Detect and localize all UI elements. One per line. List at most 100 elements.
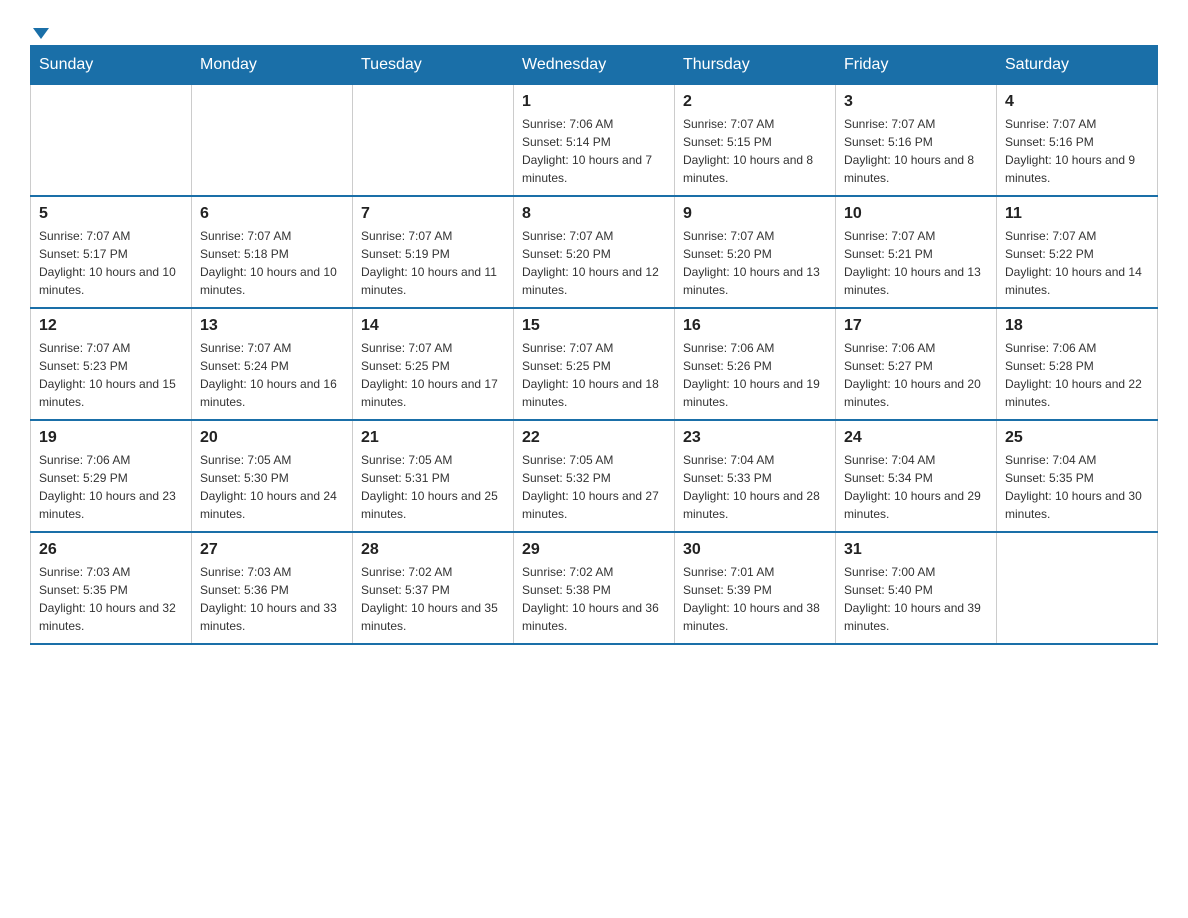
day-info: Sunrise: 7:07 AMSunset: 5:19 PMDaylight:… (361, 227, 505, 299)
calendar-cell: 19 Sunrise: 7:06 AMSunset: 5:29 PMDayligh… (31, 420, 192, 532)
calendar-week-4: 19 Sunrise: 7:06 AMSunset: 5:29 PMDayligh… (31, 420, 1158, 532)
day-number: 25 (1005, 429, 1149, 447)
day-info: Sunrise: 7:07 AMSunset: 5:22 PMDaylight:… (1005, 227, 1149, 299)
day-info: Sunrise: 7:03 AMSunset: 5:35 PMDaylight:… (39, 563, 183, 635)
day-info: Sunrise: 7:07 AMSunset: 5:16 PMDaylight:… (1005, 115, 1149, 187)
day-info: Sunrise: 7:05 AMSunset: 5:30 PMDaylight:… (200, 451, 344, 523)
day-number: 9 (683, 205, 827, 223)
day-number: 13 (200, 317, 344, 335)
day-info: Sunrise: 7:07 AMSunset: 5:24 PMDaylight:… (200, 339, 344, 411)
day-info: Sunrise: 7:05 AMSunset: 5:32 PMDaylight:… (522, 451, 666, 523)
calendar-cell: 17Sunrise: 7:06 AMSunset: 5:27 PMDayligh… (836, 308, 997, 420)
calendar-cell: 4 Sunrise: 7:07 AMSunset: 5:16 PMDaylight… (997, 85, 1158, 197)
calendar-cell (192, 85, 353, 197)
day-info: Sunrise: 7:03 AMSunset: 5:36 PMDaylight:… (200, 563, 344, 635)
calendar-cell: 26 Sunrise: 7:03 AMSunset: 5:35 PMDayligh… (31, 532, 192, 644)
calendar-header-saturday: Saturday (997, 46, 1158, 85)
day-info: Sunrise: 7:06 AMSunset: 5:14 PMDaylight:… (522, 115, 666, 187)
day-info: Sunrise: 7:07 AMSunset: 5:18 PMDaylight:… (200, 227, 344, 299)
calendar-cell: 10Sunrise: 7:07 AMSunset: 5:21 PMDayligh… (836, 196, 997, 308)
day-info: Sunrise: 7:02 AMSunset: 5:37 PMDaylight:… (361, 563, 505, 635)
day-info: Sunrise: 7:06 AMSunset: 5:29 PMDaylight:… (39, 451, 183, 523)
day-info: Sunrise: 7:01 AMSunset: 5:39 PMDaylight:… (683, 563, 827, 635)
day-number: 4 (1005, 93, 1149, 111)
day-number: 23 (683, 429, 827, 447)
day-number: 12 (39, 317, 183, 335)
day-number: 19 (39, 429, 183, 447)
day-number: 2 (683, 93, 827, 111)
calendar-cell: 1Sunrise: 7:06 AMSunset: 5:14 PMDaylight… (514, 85, 675, 197)
day-info: Sunrise: 7:04 AMSunset: 5:33 PMDaylight:… (683, 451, 827, 523)
calendar-cell: 21Sunrise: 7:05 AMSunset: 5:31 PMDayligh… (353, 420, 514, 532)
logo (30, 20, 49, 35)
day-info: Sunrise: 7:07 AMSunset: 5:15 PMDaylight:… (683, 115, 827, 187)
calendar-cell: 18Sunrise: 7:06 AMSunset: 5:28 PMDayligh… (997, 308, 1158, 420)
day-number: 5 (39, 205, 183, 223)
calendar-table: SundayMondayTuesdayWednesdayThursdayFrid… (30, 45, 1158, 645)
calendar-cell: 27 Sunrise: 7:03 AMSunset: 5:36 PMDayligh… (192, 532, 353, 644)
day-number: 18 (1005, 317, 1149, 335)
day-info: Sunrise: 7:06 AMSunset: 5:26 PMDaylight:… (683, 339, 827, 411)
day-number: 11 (1005, 205, 1149, 223)
calendar-cell (31, 85, 192, 197)
day-number: 15 (522, 317, 666, 335)
day-number: 10 (844, 205, 988, 223)
day-number: 26 (39, 541, 183, 559)
calendar-cell: 31 Sunrise: 7:00 AMSunset: 5:40 PMDayligh… (836, 532, 997, 644)
calendar-header-sunday: Sunday (31, 46, 192, 85)
calendar-week-1: 1Sunrise: 7:06 AMSunset: 5:14 PMDaylight… (31, 85, 1158, 197)
calendar-cell: 8 Sunrise: 7:07 AMSunset: 5:20 PMDaylight… (514, 196, 675, 308)
day-number: 22 (522, 429, 666, 447)
calendar-cell: 28 Sunrise: 7:02 AMSunset: 5:37 PMDayligh… (353, 532, 514, 644)
day-info: Sunrise: 7:07 AMSunset: 5:20 PMDaylight:… (522, 227, 666, 299)
calendar-cell: 29Sunrise: 7:02 AMSunset: 5:38 PMDayligh… (514, 532, 675, 644)
day-number: 27 (200, 541, 344, 559)
day-info: Sunrise: 7:04 AMSunset: 5:35 PMDaylight:… (1005, 451, 1149, 523)
day-number: 31 (844, 541, 988, 559)
calendar-cell: 30 Sunrise: 7:01 AMSunset: 5:39 PMDayligh… (675, 532, 836, 644)
calendar-header-tuesday: Tuesday (353, 46, 514, 85)
calendar-header-wednesday: Wednesday (514, 46, 675, 85)
calendar-week-5: 26 Sunrise: 7:03 AMSunset: 5:35 PMDayligh… (31, 532, 1158, 644)
calendar-cell: 24 Sunrise: 7:04 AMSunset: 5:34 PMDayligh… (836, 420, 997, 532)
calendar-cell: 9 Sunrise: 7:07 AMSunset: 5:20 PMDaylight… (675, 196, 836, 308)
day-number: 20 (200, 429, 344, 447)
day-number: 21 (361, 429, 505, 447)
day-number: 28 (361, 541, 505, 559)
calendar-cell: 15 Sunrise: 7:07 AMSunset: 5:25 PMDayligh… (514, 308, 675, 420)
page-header (30, 20, 1158, 35)
calendar-cell: 16Sunrise: 7:06 AMSunset: 5:26 PMDayligh… (675, 308, 836, 420)
day-number: 24 (844, 429, 988, 447)
calendar-header-friday: Friday (836, 46, 997, 85)
calendar-cell: 22 Sunrise: 7:05 AMSunset: 5:32 PMDayligh… (514, 420, 675, 532)
day-number: 6 (200, 205, 344, 223)
day-info: Sunrise: 7:07 AMSunset: 5:23 PMDaylight:… (39, 339, 183, 411)
day-number: 14 (361, 317, 505, 335)
calendar-week-2: 5 Sunrise: 7:07 AMSunset: 5:17 PMDaylight… (31, 196, 1158, 308)
calendar-cell: 20 Sunrise: 7:05 AMSunset: 5:30 PMDayligh… (192, 420, 353, 532)
calendar-cell: 11 Sunrise: 7:07 AMSunset: 5:22 PMDayligh… (997, 196, 1158, 308)
calendar-cell: 25 Sunrise: 7:04 AMSunset: 5:35 PMDayligh… (997, 420, 1158, 532)
calendar-cell: 6 Sunrise: 7:07 AMSunset: 5:18 PMDaylight… (192, 196, 353, 308)
day-number: 7 (361, 205, 505, 223)
day-number: 30 (683, 541, 827, 559)
calendar-week-3: 12 Sunrise: 7:07 AMSunset: 5:23 PMDayligh… (31, 308, 1158, 420)
day-info: Sunrise: 7:07 AMSunset: 5:25 PMDaylight:… (522, 339, 666, 411)
calendar-cell: 14Sunrise: 7:07 AMSunset: 5:25 PMDayligh… (353, 308, 514, 420)
day-info: Sunrise: 7:00 AMSunset: 5:40 PMDaylight:… (844, 563, 988, 635)
day-info: Sunrise: 7:06 AMSunset: 5:27 PMDaylight:… (844, 339, 988, 411)
calendar-header-thursday: Thursday (675, 46, 836, 85)
day-info: Sunrise: 7:07 AMSunset: 5:17 PMDaylight:… (39, 227, 183, 299)
logo-arrow-icon (33, 28, 49, 39)
calendar-cell: 23 Sunrise: 7:04 AMSunset: 5:33 PMDayligh… (675, 420, 836, 532)
day-number: 8 (522, 205, 666, 223)
calendar-header-row: SundayMondayTuesdayWednesdayThursdayFrid… (31, 46, 1158, 85)
day-info: Sunrise: 7:02 AMSunset: 5:38 PMDaylight:… (522, 563, 666, 635)
calendar-cell: 2 Sunrise: 7:07 AMSunset: 5:15 PMDaylight… (675, 85, 836, 197)
day-number: 3 (844, 93, 988, 111)
day-info: Sunrise: 7:07 AMSunset: 5:20 PMDaylight:… (683, 227, 827, 299)
calendar-cell (353, 85, 514, 197)
calendar-header-monday: Monday (192, 46, 353, 85)
day-info: Sunrise: 7:04 AMSunset: 5:34 PMDaylight:… (844, 451, 988, 523)
calendar-cell: 12 Sunrise: 7:07 AMSunset: 5:23 PMDayligh… (31, 308, 192, 420)
